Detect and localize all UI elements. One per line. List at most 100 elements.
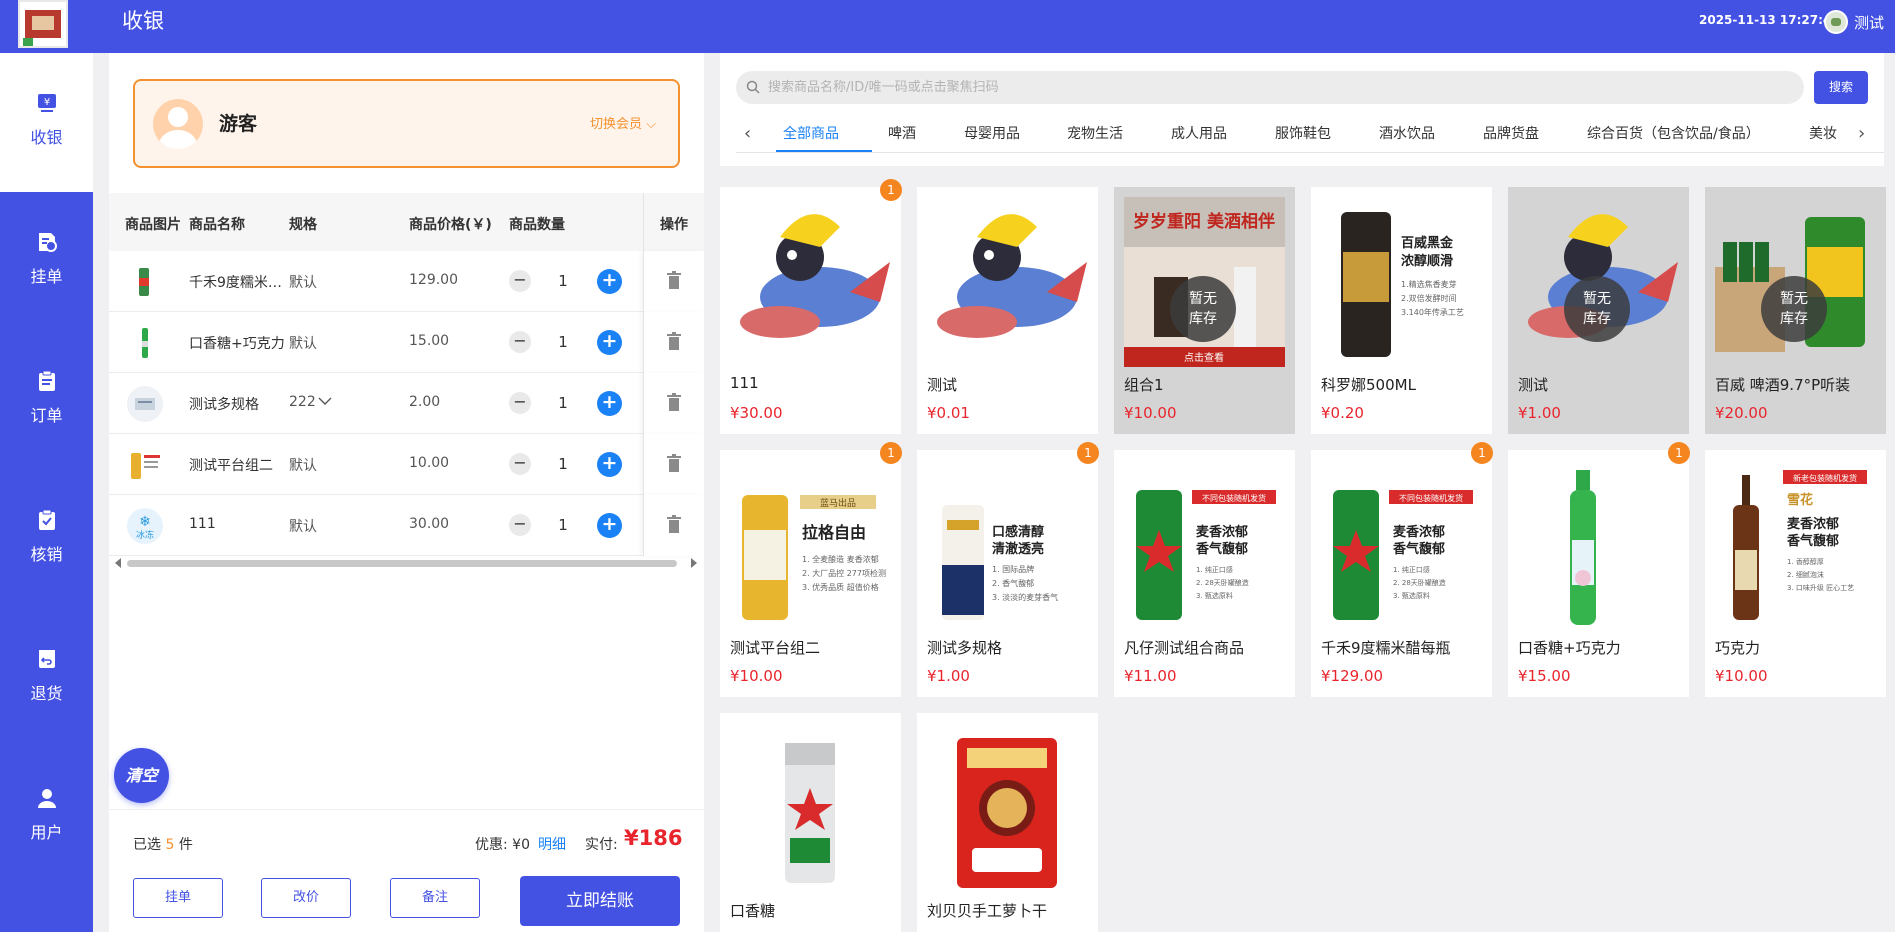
product-price: ¥0.20 bbox=[1321, 404, 1364, 422]
nav-item-users[interactable]: 用户 bbox=[0, 748, 93, 887]
product-name: 测试多规格 bbox=[927, 639, 1003, 657]
tab-pets[interactable]: 宠物生活 bbox=[1067, 123, 1123, 143]
tab-beer[interactable]: 啤酒 bbox=[888, 123, 916, 143]
product-price: ¥30.00 bbox=[730, 404, 783, 422]
clear-cart-button[interactable]: 清空 bbox=[114, 748, 169, 803]
product-card[interactable]: 蓝马出品 拉格自由 1. 全麦酿造 麦香浓郁 2. 大厂品控 277项检测 3. 优秀品… bbox=[720, 450, 901, 697]
current-user-name[interactable]: 测试 bbox=[1854, 12, 1884, 33]
search-box[interactable] bbox=[736, 71, 1804, 104]
remark-button[interactable]: 备注 bbox=[390, 878, 480, 918]
product-card[interactable]: 口感清醇 清澈透亮 1. 国际品牌 2. 香气馥郁 3. 淡淡的麦芽香气 测试多规格 ¥… bbox=[917, 450, 1098, 697]
col-header-spec: 规格 bbox=[289, 217, 317, 233]
product-image-text: 不同包装随机发货 bbox=[1399, 493, 1463, 503]
tab-adult[interactable]: 成人用品 bbox=[1171, 123, 1227, 143]
tab-baby[interactable]: 母婴用品 bbox=[964, 123, 1020, 143]
qty-increase-button[interactable]: + bbox=[597, 452, 622, 477]
qty-decrease-button[interactable]: − bbox=[509, 270, 531, 292]
qty-increase-button[interactable]: + bbox=[597, 330, 622, 355]
scrollbar-thumb[interactable] bbox=[127, 560, 677, 567]
product-card[interactable]: 百威黑金 浓醇顺滑 1.精选焦香麦芽 2.双倍发酵时间 3.140年传承工艺 科罗娜50… bbox=[1311, 187, 1492, 434]
product-card[interactable]: 刘贝贝手工萝卜干 bbox=[917, 713, 1098, 932]
qty-decrease-button[interactable]: − bbox=[509, 392, 531, 414]
col-header-name: 商品名称 bbox=[189, 217, 245, 233]
switch-member-button[interactable]: 切换会员 ⌵ bbox=[590, 113, 656, 132]
table-row: 测试平台组二 默认 10.00 − 1 + bbox=[109, 434, 704, 495]
user-avatar[interactable] bbox=[1824, 10, 1848, 34]
product-card[interactable]: 暂无 库存 测试 ¥1.00 bbox=[1508, 187, 1689, 434]
horizontal-scrollbar[interactable] bbox=[109, 556, 704, 570]
top-bar: 收银 2025-11-13 17:27:48 测试 bbox=[0, 0, 1895, 53]
product-image-text: 蓝马出品 bbox=[820, 497, 856, 509]
checkout-summary: 已选 5 件 优惠: ¥0 明细 实付: ¥186 挂单 改价 备注 立即结账 bbox=[109, 809, 704, 932]
cart-item-spec-dropdown[interactable]: 222 bbox=[289, 394, 332, 410]
product-card[interactable]: 111 ¥30.00 bbox=[720, 187, 901, 434]
cart-item-spec[interactable]: 默认 bbox=[289, 516, 317, 536]
product-card[interactable]: 暂无 库存 百威 啤酒9.7°P听装 ¥20.00 bbox=[1705, 187, 1886, 434]
nav-item-orders[interactable]: 订单 bbox=[0, 331, 93, 470]
trash-icon[interactable] bbox=[667, 515, 681, 533]
tabs-prev-icon[interactable]: ‹ bbox=[744, 123, 751, 144]
cart-count-badge: 1 bbox=[880, 442, 902, 464]
product-card[interactable]: 不同包装随机发货 麦香浓郁 香气馥郁 1. 纯正口感 2. 28天卧罐酿造 3. 甄选原料… bbox=[1114, 450, 1295, 697]
trash-icon[interactable] bbox=[667, 271, 681, 289]
scroll-right-arrow[interactable] bbox=[691, 558, 697, 568]
product-card[interactable]: 岁岁重阳 美酒相伴 点击查看 暂无 库存 组合1 ¥10.00 bbox=[1114, 187, 1295, 434]
qty-increase-button[interactable]: + bbox=[597, 269, 622, 294]
nav-item-cashier[interactable]: ¥ 收银 bbox=[0, 53, 93, 192]
discount-detail-link[interactable]: 明细 bbox=[538, 834, 566, 854]
qty-value[interactable]: 1 bbox=[554, 516, 572, 534]
search-icon bbox=[746, 80, 760, 94]
product-name: 百威 啤酒9.7°P听装 bbox=[1715, 376, 1851, 394]
product-card[interactable]: 新老包装随机发货 雪花 麦香浓郁 香气馥郁 1. 香醇醇厚 2. 细腻泡沫 3. 口味升级 … bbox=[1705, 450, 1886, 697]
trash-icon[interactable] bbox=[667, 332, 681, 350]
product-image-text: 2. 香气馥郁 bbox=[992, 578, 1034, 588]
qty-decrease-button[interactable]: − bbox=[509, 453, 531, 475]
row-actions bbox=[643, 312, 704, 373]
product-card[interactable]: 口香糖 bbox=[720, 713, 901, 932]
qty-value[interactable]: 1 bbox=[554, 394, 572, 412]
cart-item-spec[interactable]: 默认 bbox=[289, 455, 317, 475]
tab-apparel[interactable]: 服饰鞋包 bbox=[1275, 123, 1331, 143]
qty-increase-button[interactable]: + bbox=[597, 391, 622, 416]
tab-all-products[interactable]: 全部商品 bbox=[783, 123, 839, 143]
qty-decrease-button[interactable]: − bbox=[509, 331, 531, 353]
product-card[interactable]: 口香糖+巧克力 ¥15.00 bbox=[1508, 450, 1689, 697]
product-image-text: 清澈透亮 bbox=[992, 541, 1044, 557]
product-image-text: 百威黑金 bbox=[1401, 235, 1454, 251]
qty-value[interactable]: 1 bbox=[554, 455, 572, 473]
search-button[interactable]: 搜索 bbox=[1814, 71, 1868, 104]
cart-item-price: 10.00 bbox=[409, 455, 450, 471]
qty-value[interactable]: 1 bbox=[554, 272, 572, 290]
nav-label: 挂单 bbox=[30, 267, 63, 286]
product-image-text: 新老包装随机发货 bbox=[1793, 473, 1857, 483]
trash-icon[interactable] bbox=[667, 393, 681, 411]
hang-order-button[interactable]: 挂单 bbox=[133, 878, 223, 918]
tab-drinks[interactable]: 酒水饮品 bbox=[1379, 123, 1435, 143]
qty-decrease-button[interactable]: − bbox=[509, 514, 531, 536]
change-price-button[interactable]: 改价 bbox=[261, 878, 351, 918]
paid-amount: ¥186 bbox=[624, 826, 683, 850]
nav-item-hang-order[interactable]: 挂单 bbox=[0, 192, 93, 331]
qty-increase-button[interactable]: + bbox=[597, 513, 622, 538]
col-header-price: 商品价格(￥) bbox=[409, 217, 492, 233]
tabs-next-icon[interactable]: › bbox=[1852, 123, 1872, 144]
product-image-text: 不同包装随机发货 bbox=[1202, 493, 1266, 503]
qty-value[interactable]: 1 bbox=[554, 333, 572, 351]
product-card[interactable]: 测试 ¥0.01 bbox=[917, 187, 1098, 434]
product-card[interactable]: 不同包装随机发货 麦香浓郁 香气馥郁 1. 纯正口感 2. 28天卧罐酿造 3. 甄选原料… bbox=[1311, 450, 1492, 697]
product-name: 千禾9度糯米醋每瓶 bbox=[1321, 639, 1451, 657]
svg-text:❄: ❄ bbox=[139, 514, 151, 530]
tab-brand-goods[interactable]: 品牌货盘 bbox=[1483, 123, 1539, 143]
scroll-left-arrow[interactable] bbox=[115, 558, 121, 568]
search-input[interactable] bbox=[768, 71, 1788, 104]
cart-item-spec[interactable]: 默认 bbox=[289, 272, 317, 292]
nav-item-verify[interactable]: 核销 bbox=[0, 470, 93, 609]
member-card[interactable]: 游客 切换会员 ⌵ bbox=[133, 79, 680, 168]
checkout-button[interactable]: 立即结账 bbox=[520, 876, 680, 926]
tab-beauty[interactable]: 美妆 bbox=[1809, 123, 1837, 143]
nav-item-returns[interactable]: 退货 bbox=[0, 609, 93, 748]
trash-icon[interactable] bbox=[667, 454, 681, 472]
svg-text:¥: ¥ bbox=[43, 97, 49, 108]
cart-item-spec[interactable]: 默认 bbox=[289, 333, 317, 353]
tab-general-goods[interactable]: 综合百货（包含饮品/食品） bbox=[1587, 123, 1760, 143]
